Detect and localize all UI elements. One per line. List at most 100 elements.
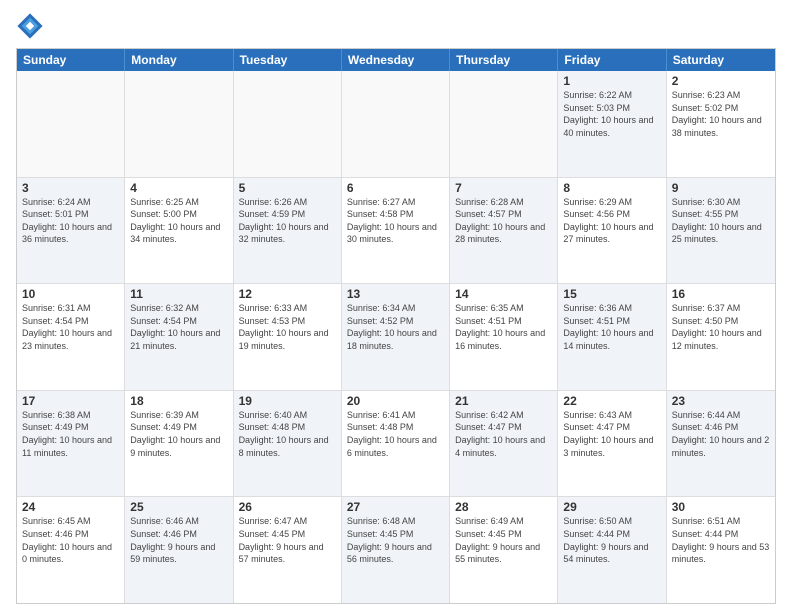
- calendar-cell-2-2: 12Sunrise: 6:33 AM Sunset: 4:53 PM Dayli…: [234, 284, 342, 390]
- calendar-cell-3-2: 19Sunrise: 6:40 AM Sunset: 4:48 PM Dayli…: [234, 391, 342, 497]
- calendar-cell-1-1: 4Sunrise: 6:25 AM Sunset: 5:00 PM Daylig…: [125, 178, 233, 284]
- day-number: 11: [130, 287, 227, 301]
- calendar-cell-0-0: [17, 71, 125, 177]
- calendar-cell-3-0: 17Sunrise: 6:38 AM Sunset: 4:49 PM Dayli…: [17, 391, 125, 497]
- day-info: Sunrise: 6:29 AM Sunset: 4:56 PM Dayligh…: [563, 196, 660, 246]
- calendar-row-3: 17Sunrise: 6:38 AM Sunset: 4:49 PM Dayli…: [17, 390, 775, 497]
- calendar-row-2: 10Sunrise: 6:31 AM Sunset: 4:54 PM Dayli…: [17, 283, 775, 390]
- day-number: 30: [672, 500, 770, 514]
- day-info: Sunrise: 6:46 AM Sunset: 4:46 PM Dayligh…: [130, 515, 227, 565]
- day-number: 28: [455, 500, 552, 514]
- calendar-cell-3-1: 18Sunrise: 6:39 AM Sunset: 4:49 PM Dayli…: [125, 391, 233, 497]
- day-number: 27: [347, 500, 444, 514]
- day-info: Sunrise: 6:43 AM Sunset: 4:47 PM Dayligh…: [563, 409, 660, 459]
- day-info: Sunrise: 6:45 AM Sunset: 4:46 PM Dayligh…: [22, 515, 119, 565]
- day-number: 24: [22, 500, 119, 514]
- day-number: 10: [22, 287, 119, 301]
- day-number: 7: [455, 181, 552, 195]
- day-number: 18: [130, 394, 227, 408]
- calendar-cell-0-4: [450, 71, 558, 177]
- calendar-header-tuesday: Tuesday: [234, 49, 342, 71]
- calendar-cell-3-6: 23Sunrise: 6:44 AM Sunset: 4:46 PM Dayli…: [667, 391, 775, 497]
- calendar-cell-1-2: 5Sunrise: 6:26 AM Sunset: 4:59 PM Daylig…: [234, 178, 342, 284]
- day-info: Sunrise: 6:49 AM Sunset: 4:45 PM Dayligh…: [455, 515, 552, 565]
- day-info: Sunrise: 6:51 AM Sunset: 4:44 PM Dayligh…: [672, 515, 770, 565]
- day-info: Sunrise: 6:48 AM Sunset: 4:45 PM Dayligh…: [347, 515, 444, 565]
- day-info: Sunrise: 6:26 AM Sunset: 4:59 PM Dayligh…: [239, 196, 336, 246]
- calendar-cell-2-5: 15Sunrise: 6:36 AM Sunset: 4:51 PM Dayli…: [558, 284, 666, 390]
- day-number: 6: [347, 181, 444, 195]
- calendar-cell-1-4: 7Sunrise: 6:28 AM Sunset: 4:57 PM Daylig…: [450, 178, 558, 284]
- day-number: 8: [563, 181, 660, 195]
- calendar-cell-4-5: 29Sunrise: 6:50 AM Sunset: 4:44 PM Dayli…: [558, 497, 666, 603]
- day-number: 13: [347, 287, 444, 301]
- day-number: 21: [455, 394, 552, 408]
- calendar: SundayMondayTuesdayWednesdayThursdayFrid…: [16, 48, 776, 604]
- calendar-cell-0-2: [234, 71, 342, 177]
- calendar-header-saturday: Saturday: [667, 49, 775, 71]
- page: SundayMondayTuesdayWednesdayThursdayFrid…: [0, 0, 792, 612]
- day-number: 26: [239, 500, 336, 514]
- day-number: 4: [130, 181, 227, 195]
- day-info: Sunrise: 6:28 AM Sunset: 4:57 PM Dayligh…: [455, 196, 552, 246]
- day-number: 15: [563, 287, 660, 301]
- day-number: 19: [239, 394, 336, 408]
- calendar-cell-2-3: 13Sunrise: 6:34 AM Sunset: 4:52 PM Dayli…: [342, 284, 450, 390]
- calendar-cell-0-6: 2Sunrise: 6:23 AM Sunset: 5:02 PM Daylig…: [667, 71, 775, 177]
- day-info: Sunrise: 6:24 AM Sunset: 5:01 PM Dayligh…: [22, 196, 119, 246]
- calendar-cell-1-3: 6Sunrise: 6:27 AM Sunset: 4:58 PM Daylig…: [342, 178, 450, 284]
- day-info: Sunrise: 6:35 AM Sunset: 4:51 PM Dayligh…: [455, 302, 552, 352]
- calendar-cell-4-3: 27Sunrise: 6:48 AM Sunset: 4:45 PM Dayli…: [342, 497, 450, 603]
- day-number: 20: [347, 394, 444, 408]
- calendar-cell-4-6: 30Sunrise: 6:51 AM Sunset: 4:44 PM Dayli…: [667, 497, 775, 603]
- day-info: Sunrise: 6:36 AM Sunset: 4:51 PM Dayligh…: [563, 302, 660, 352]
- calendar-cell-4-4: 28Sunrise: 6:49 AM Sunset: 4:45 PM Dayli…: [450, 497, 558, 603]
- day-info: Sunrise: 6:39 AM Sunset: 4:49 PM Dayligh…: [130, 409, 227, 459]
- calendar-row-1: 3Sunrise: 6:24 AM Sunset: 5:01 PM Daylig…: [17, 177, 775, 284]
- day-info: Sunrise: 6:31 AM Sunset: 4:54 PM Dayligh…: [22, 302, 119, 352]
- calendar-header-row: SundayMondayTuesdayWednesdayThursdayFrid…: [17, 49, 775, 71]
- day-info: Sunrise: 6:30 AM Sunset: 4:55 PM Dayligh…: [672, 196, 770, 246]
- calendar-header-friday: Friday: [558, 49, 666, 71]
- day-number: 2: [672, 74, 770, 88]
- calendar-cell-3-3: 20Sunrise: 6:41 AM Sunset: 4:48 PM Dayli…: [342, 391, 450, 497]
- calendar-cell-4-1: 25Sunrise: 6:46 AM Sunset: 4:46 PM Dayli…: [125, 497, 233, 603]
- day-info: Sunrise: 6:40 AM Sunset: 4:48 PM Dayligh…: [239, 409, 336, 459]
- calendar-cell-1-6: 9Sunrise: 6:30 AM Sunset: 4:55 PM Daylig…: [667, 178, 775, 284]
- day-number: 12: [239, 287, 336, 301]
- day-number: 1: [563, 74, 660, 88]
- day-info: Sunrise: 6:38 AM Sunset: 4:49 PM Dayligh…: [22, 409, 119, 459]
- day-number: 14: [455, 287, 552, 301]
- day-info: Sunrise: 6:41 AM Sunset: 4:48 PM Dayligh…: [347, 409, 444, 459]
- calendar-header-monday: Monday: [125, 49, 233, 71]
- calendar-cell-4-2: 26Sunrise: 6:47 AM Sunset: 4:45 PM Dayli…: [234, 497, 342, 603]
- calendar-cell-2-1: 11Sunrise: 6:32 AM Sunset: 4:54 PM Dayli…: [125, 284, 233, 390]
- day-info: Sunrise: 6:34 AM Sunset: 4:52 PM Dayligh…: [347, 302, 444, 352]
- day-info: Sunrise: 6:27 AM Sunset: 4:58 PM Dayligh…: [347, 196, 444, 246]
- day-info: Sunrise: 6:25 AM Sunset: 5:00 PM Dayligh…: [130, 196, 227, 246]
- day-info: Sunrise: 6:50 AM Sunset: 4:44 PM Dayligh…: [563, 515, 660, 565]
- calendar-cell-0-3: [342, 71, 450, 177]
- calendar-cell-3-5: 22Sunrise: 6:43 AM Sunset: 4:47 PM Dayli…: [558, 391, 666, 497]
- calendar-header-thursday: Thursday: [450, 49, 558, 71]
- day-number: 3: [22, 181, 119, 195]
- day-info: Sunrise: 6:22 AM Sunset: 5:03 PM Dayligh…: [563, 89, 660, 139]
- day-number: 9: [672, 181, 770, 195]
- calendar-cell-2-0: 10Sunrise: 6:31 AM Sunset: 4:54 PM Dayli…: [17, 284, 125, 390]
- day-info: Sunrise: 6:42 AM Sunset: 4:47 PM Dayligh…: [455, 409, 552, 459]
- day-number: 23: [672, 394, 770, 408]
- day-info: Sunrise: 6:23 AM Sunset: 5:02 PM Dayligh…: [672, 89, 770, 139]
- calendar-row-0: 1Sunrise: 6:22 AM Sunset: 5:03 PM Daylig…: [17, 71, 775, 177]
- calendar-body: 1Sunrise: 6:22 AM Sunset: 5:03 PM Daylig…: [17, 71, 775, 603]
- day-number: 17: [22, 394, 119, 408]
- day-number: 29: [563, 500, 660, 514]
- calendar-cell-3-4: 21Sunrise: 6:42 AM Sunset: 4:47 PM Dayli…: [450, 391, 558, 497]
- day-info: Sunrise: 6:47 AM Sunset: 4:45 PM Dayligh…: [239, 515, 336, 565]
- day-info: Sunrise: 6:44 AM Sunset: 4:46 PM Dayligh…: [672, 409, 770, 459]
- day-info: Sunrise: 6:37 AM Sunset: 4:50 PM Dayligh…: [672, 302, 770, 352]
- day-number: 16: [672, 287, 770, 301]
- day-info: Sunrise: 6:33 AM Sunset: 4:53 PM Dayligh…: [239, 302, 336, 352]
- header: [16, 12, 776, 40]
- calendar-cell-2-4: 14Sunrise: 6:35 AM Sunset: 4:51 PM Dayli…: [450, 284, 558, 390]
- calendar-cell-0-5: 1Sunrise: 6:22 AM Sunset: 5:03 PM Daylig…: [558, 71, 666, 177]
